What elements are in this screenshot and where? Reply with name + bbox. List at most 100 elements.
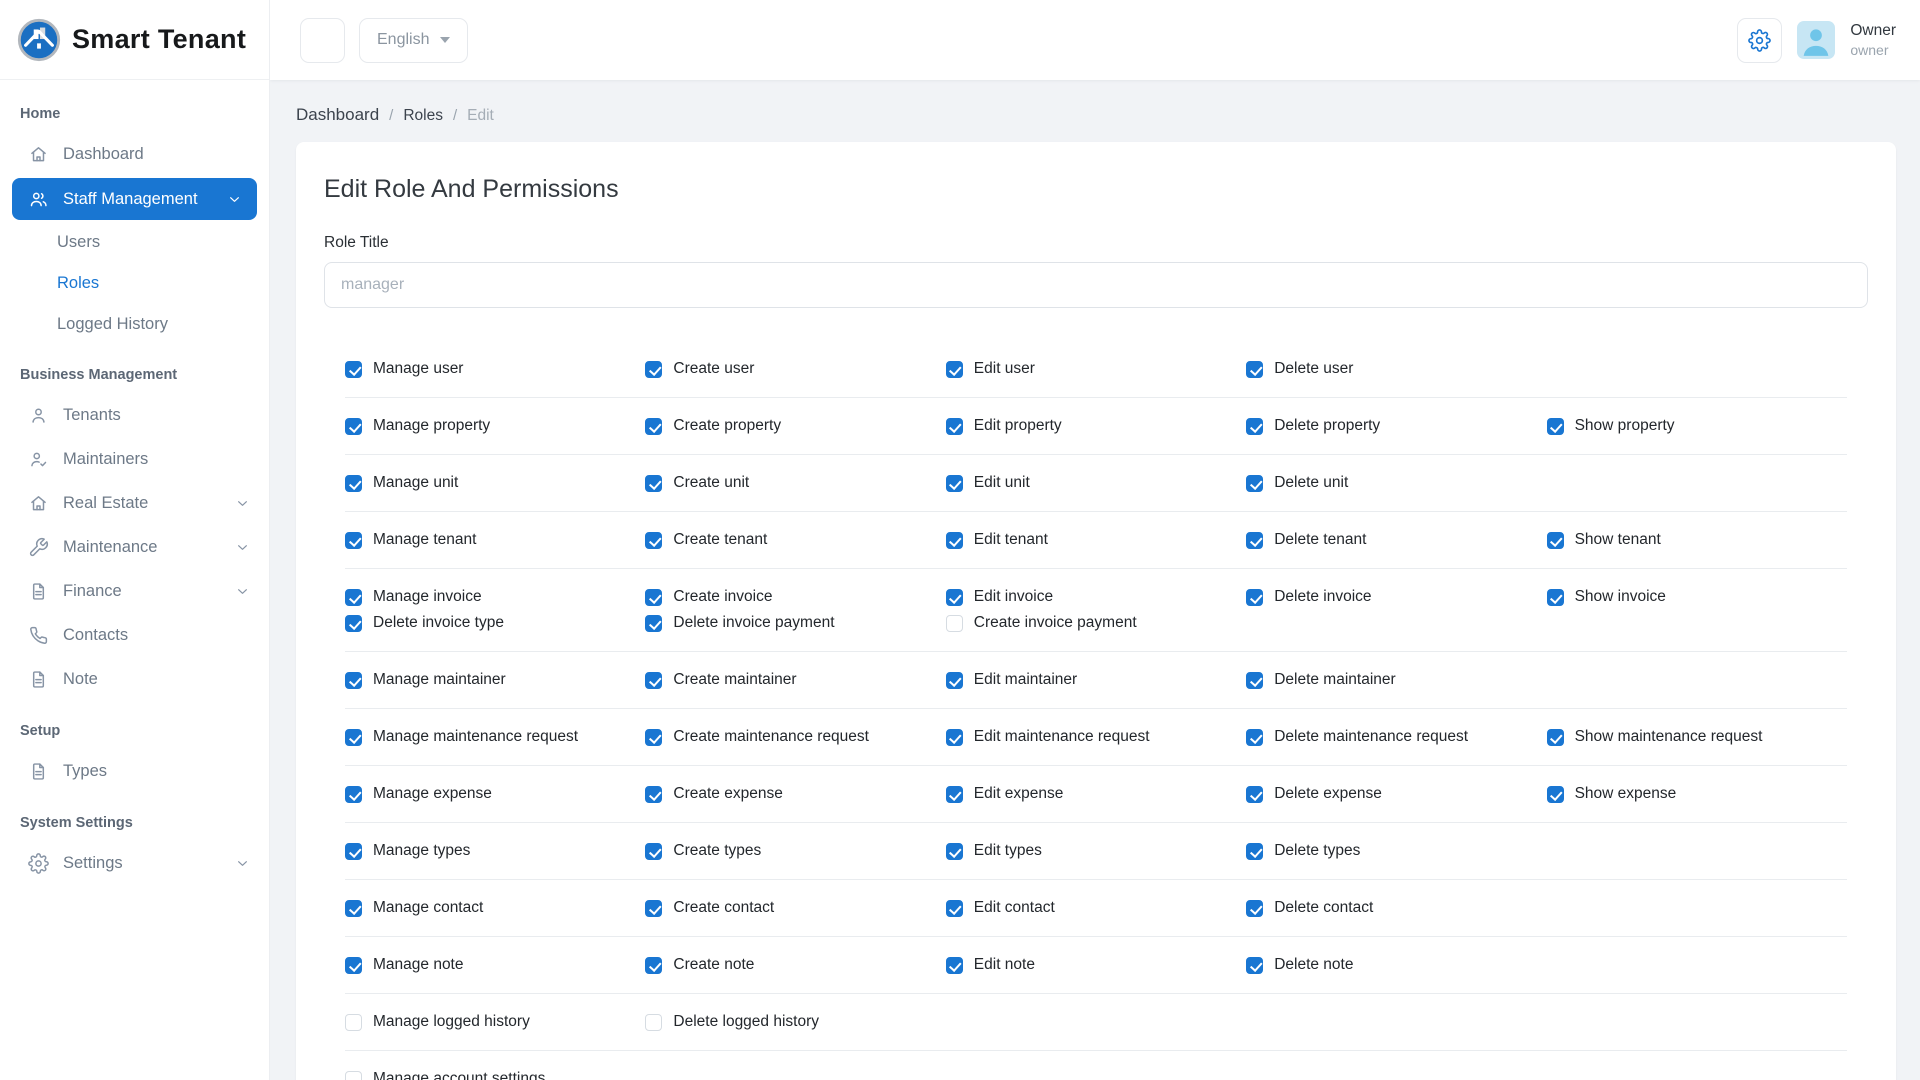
checkbox-checked-icon[interactable] bbox=[345, 842, 362, 860]
checkbox-checked-icon[interactable] bbox=[1246, 531, 1264, 549]
role-title-input[interactable] bbox=[324, 262, 1868, 308]
permission-create-invoice-payment[interactable]: Create invoice payment bbox=[945, 614, 1246, 632]
checkbox-checked-icon[interactable] bbox=[945, 956, 963, 974]
permission-create-tenant[interactable]: Create tenant bbox=[645, 531, 945, 549]
permission-create-user[interactable]: Create user bbox=[645, 360, 945, 378]
permission-delete-invoice-type[interactable]: Delete invoice type bbox=[345, 614, 645, 632]
sidebar-item-tenants[interactable]: Tenants bbox=[0, 393, 269, 437]
checkbox-checked-icon[interactable] bbox=[945, 531, 963, 549]
user-menu[interactable]: Owner owner bbox=[1850, 21, 1896, 59]
permission-delete-user[interactable]: Delete user bbox=[1246, 360, 1546, 378]
checkbox-checked-icon[interactable] bbox=[645, 728, 663, 746]
sidebar-item-note[interactable]: Note bbox=[0, 657, 269, 701]
checkbox-checked-icon[interactable] bbox=[945, 899, 963, 917]
sidebar-item-dashboard[interactable]: Dashboard bbox=[0, 132, 269, 176]
checkbox-checked-icon[interactable] bbox=[1246, 842, 1264, 860]
permission-delete-invoice[interactable]: Delete invoice bbox=[1246, 588, 1546, 606]
permission-edit-tenant[interactable]: Edit tenant bbox=[945, 531, 1246, 549]
permission-manage-logged-history[interactable]: Manage logged history bbox=[345, 1013, 645, 1031]
permission-create-maintainer[interactable]: Create maintainer bbox=[645, 671, 945, 689]
permission-manage-maintainer[interactable]: Manage maintainer bbox=[345, 671, 645, 689]
checkbox-checked-icon[interactable] bbox=[345, 531, 362, 549]
sidebar-item-types[interactable]: Types bbox=[0, 749, 269, 793]
checkbox-checked-icon[interactable] bbox=[1546, 728, 1564, 746]
checkbox-checked-icon[interactable] bbox=[945, 588, 963, 606]
permission-edit-note[interactable]: Edit note bbox=[945, 956, 1246, 974]
permission-edit-user[interactable]: Edit user bbox=[945, 360, 1246, 378]
checkbox-checked-icon[interactable] bbox=[1546, 588, 1564, 606]
checkbox-checked-icon[interactable] bbox=[345, 899, 362, 917]
sidebar-item-finance[interactable]: Finance bbox=[0, 569, 269, 613]
permission-edit-contact[interactable]: Edit contact bbox=[945, 899, 1246, 917]
checkbox-checked-icon[interactable] bbox=[1246, 899, 1264, 917]
permission-create-types[interactable]: Create types bbox=[645, 842, 945, 860]
checkbox-checked-icon[interactable] bbox=[645, 956, 663, 974]
permission-edit-property[interactable]: Edit property bbox=[945, 417, 1246, 435]
checkbox-checked-icon[interactable] bbox=[345, 417, 362, 435]
permission-manage-types[interactable]: Manage types bbox=[345, 842, 645, 860]
sidebar-subitem-roles[interactable]: Roles bbox=[0, 263, 269, 304]
checkbox-checked-icon[interactable] bbox=[645, 899, 663, 917]
settings-button[interactable] bbox=[1737, 17, 1783, 63]
permission-manage-unit[interactable]: Manage unit bbox=[345, 474, 645, 492]
sidebar-item-settings[interactable]: Settings bbox=[0, 841, 269, 885]
checkbox-checked-icon[interactable] bbox=[645, 614, 663, 632]
checkbox-checked-icon[interactable] bbox=[1546, 417, 1564, 435]
checkbox-checked-icon[interactable] bbox=[645, 417, 663, 435]
checkbox-checked-icon[interactable] bbox=[645, 474, 663, 492]
checkbox-checked-icon[interactable] bbox=[945, 417, 963, 435]
checkbox-unchecked-icon[interactable] bbox=[345, 1013, 362, 1031]
checkbox-checked-icon[interactable] bbox=[1246, 474, 1264, 492]
permission-edit-maintainer[interactable]: Edit maintainer bbox=[945, 671, 1246, 689]
checkbox-checked-icon[interactable] bbox=[1546, 531, 1564, 549]
sidebar-subitem-users[interactable]: Users bbox=[0, 222, 269, 263]
checkbox-checked-icon[interactable] bbox=[1246, 956, 1264, 974]
checkbox-checked-icon[interactable] bbox=[345, 588, 362, 606]
permission-manage-contact[interactable]: Manage contact bbox=[345, 899, 645, 917]
checkbox-checked-icon[interactable] bbox=[645, 671, 663, 689]
permission-show-tenant[interactable]: Show tenant bbox=[1546, 531, 1847, 549]
checkbox-checked-icon[interactable] bbox=[645, 785, 663, 803]
permission-edit-invoice[interactable]: Edit invoice bbox=[945, 588, 1246, 606]
sidebar-item-staff-management[interactable]: Staff Management bbox=[12, 178, 257, 220]
checkbox-checked-icon[interactable] bbox=[945, 474, 963, 492]
sidebar-item-real-estate[interactable]: Real Estate bbox=[0, 481, 269, 525]
checkbox-checked-icon[interactable] bbox=[1246, 785, 1264, 803]
permission-create-property[interactable]: Create property bbox=[645, 417, 945, 435]
permission-manage-note[interactable]: Manage note bbox=[345, 956, 645, 974]
permission-edit-unit[interactable]: Edit unit bbox=[945, 474, 1246, 492]
sidebar-item-maintenance[interactable]: Maintenance bbox=[0, 525, 269, 569]
permission-show-invoice[interactable]: Show invoice bbox=[1546, 588, 1847, 606]
permission-delete-logged-history[interactable]: Delete logged history bbox=[645, 1013, 945, 1031]
permission-create-unit[interactable]: Create unit bbox=[645, 474, 945, 492]
permission-delete-note[interactable]: Delete note bbox=[1246, 956, 1546, 974]
checkbox-checked-icon[interactable] bbox=[1246, 417, 1264, 435]
permission-manage-tenant[interactable]: Manage tenant bbox=[345, 531, 645, 549]
checkbox-checked-icon[interactable] bbox=[1246, 360, 1264, 378]
permission-delete-maintenance-request[interactable]: Delete maintenance request bbox=[1246, 728, 1546, 746]
checkbox-checked-icon[interactable] bbox=[645, 842, 663, 860]
brand-logo[interactable]: Smart Tenant bbox=[0, 0, 269, 80]
checkbox-checked-icon[interactable] bbox=[345, 785, 362, 803]
permission-show-property[interactable]: Show property bbox=[1546, 417, 1847, 435]
checkbox-checked-icon[interactable] bbox=[345, 474, 362, 492]
checkbox-checked-icon[interactable] bbox=[945, 728, 963, 746]
permission-create-note[interactable]: Create note bbox=[645, 956, 945, 974]
checkbox-checked-icon[interactable] bbox=[945, 671, 963, 689]
permission-manage-expense[interactable]: Manage expense bbox=[345, 785, 645, 803]
permission-manage-account-settings[interactable]: Manage account settings bbox=[345, 1070, 645, 1080]
checkbox-checked-icon[interactable] bbox=[645, 588, 663, 606]
permission-create-invoice[interactable]: Create invoice bbox=[645, 588, 945, 606]
user-avatar[interactable] bbox=[1797, 21, 1836, 59]
checkbox-unchecked-icon[interactable] bbox=[645, 1013, 663, 1031]
permission-manage-property[interactable]: Manage property bbox=[345, 417, 645, 435]
permission-delete-tenant[interactable]: Delete tenant bbox=[1246, 531, 1546, 549]
permission-show-maintenance-request[interactable]: Show maintenance request bbox=[1546, 728, 1847, 746]
checkbox-unchecked-icon[interactable] bbox=[945, 614, 963, 632]
permission-manage-invoice[interactable]: Manage invoice bbox=[345, 588, 645, 606]
permission-create-expense[interactable]: Create expense bbox=[645, 785, 945, 803]
checkbox-checked-icon[interactable] bbox=[1246, 728, 1264, 746]
permission-delete-contact[interactable]: Delete contact bbox=[1246, 899, 1546, 917]
permission-delete-maintainer[interactable]: Delete maintainer bbox=[1246, 671, 1546, 689]
permission-delete-types[interactable]: Delete types bbox=[1246, 842, 1546, 860]
